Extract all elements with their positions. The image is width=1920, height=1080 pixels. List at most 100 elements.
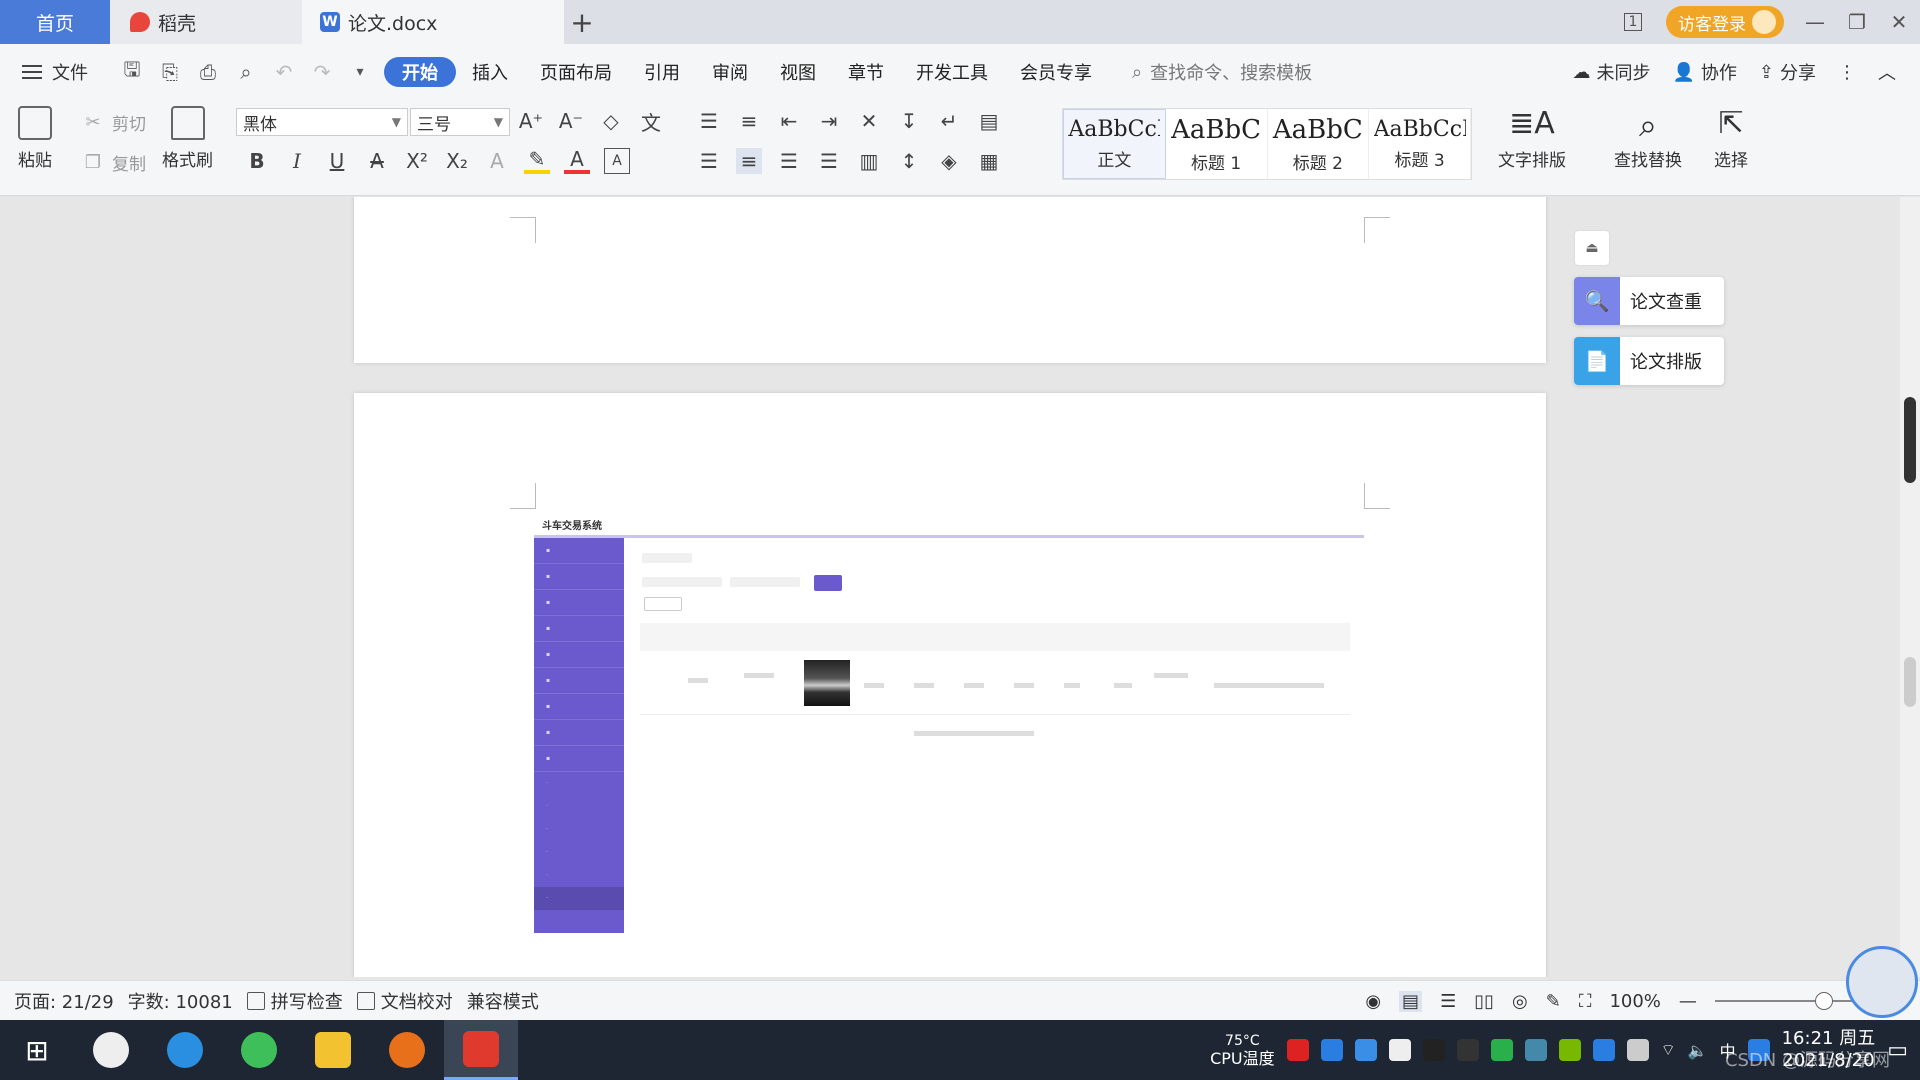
redo-icon[interactable]: ↷ [310, 60, 334, 84]
page-view-icon[interactable]: ▤ [1399, 990, 1423, 1012]
qq-icon[interactable] [1422, 1039, 1445, 1061]
decrease-indent-icon[interactable]: ⇤ [776, 108, 802, 134]
font-name-select[interactable]: 黑体 ▼ [236, 108, 408, 136]
visitor-login-button[interactable]: 访客登录 [1666, 6, 1784, 38]
document-proof-button[interactable]: 文档校对 [356, 988, 453, 1014]
shrink-font-icon[interactable]: A⁻ [558, 108, 584, 134]
nvidia-icon[interactable] [1558, 1039, 1581, 1061]
tab-developer[interactable]: 开发工具 [900, 57, 1004, 87]
fit-page-icon[interactable]: ⛶ [1579, 991, 1592, 1012]
eye-protect-icon[interactable]: ◉ [1365, 991, 1381, 1012]
collapse-ribbon-button[interactable]: ︿ [1878, 59, 1896, 85]
paste-button[interactable]: 粘贴 [18, 106, 52, 171]
taskbar-app-orange[interactable] [370, 1020, 444, 1080]
battery-icon[interactable] [1626, 1039, 1649, 1061]
increase-indent-icon[interactable]: ⇥ [816, 108, 842, 134]
italic-icon[interactable]: I [284, 148, 310, 174]
clear-format-icon[interactable]: ◇ [598, 108, 624, 134]
tab-member[interactable]: 会员专享 [1004, 57, 1108, 87]
grow-font-icon[interactable]: A⁺ [518, 108, 544, 134]
print-preview-icon[interactable]: ⌕ [234, 60, 258, 84]
tray-icon[interactable] [1320, 1039, 1343, 1061]
save-icon[interactable]: 🖫 [120, 57, 144, 84]
restore-button[interactable]: ❐ [1836, 0, 1878, 44]
spell-check-button[interactable]: 拼写检查 [246, 988, 343, 1014]
scrollbar-thumb[interactable] [1904, 397, 1916, 483]
taskbar-ie[interactable] [148, 1020, 222, 1080]
bluetooth-icon[interactable] [1592, 1039, 1615, 1061]
tray-icon[interactable] [1286, 1039, 1309, 1061]
subscript-icon[interactable]: X₂ [444, 148, 470, 174]
notification-icon[interactable]: ▭ [1887, 1038, 1908, 1063]
tab-chapter[interactable]: 章节 [832, 57, 900, 87]
write-mode-icon[interactable]: ✎ [1546, 991, 1561, 1012]
vertical-scrollbar[interactable] [1900, 197, 1920, 977]
tab-document[interactable]: W 论文.docx [302, 0, 564, 44]
distribute-icon[interactable]: ▥ [856, 148, 882, 174]
cut-button[interactable]: ✂ 剪切 [82, 110, 146, 135]
select-button[interactable]: ⇱ 选择 [1714, 106, 1748, 171]
tab-references[interactable]: 引用 [628, 57, 696, 87]
numbered-list-icon[interactable]: ≡ [736, 108, 762, 134]
tab-review[interactable]: 审阅 [696, 57, 764, 87]
start-button[interactable]: ⊞ [0, 1020, 74, 1080]
sync-button[interactable]: ☁ 未同步 [1572, 59, 1650, 85]
justify-icon[interactable]: ☰ [816, 148, 842, 174]
share-button[interactable]: ⇪ 分享 [1759, 59, 1816, 85]
taskbar-app[interactable] [74, 1020, 148, 1080]
superscript-icon[interactable]: X² [404, 148, 430, 174]
close-button[interactable]: ✕ [1878, 0, 1920, 44]
style-normal[interactable]: AaBbCcDd 正文 [1063, 109, 1166, 179]
taskbar-wps[interactable] [444, 1020, 518, 1080]
align-left-icon[interactable]: ☰ [696, 148, 722, 174]
zoom-slider-handle[interactable] [1814, 992, 1833, 1010]
volume-icon[interactable]: 🔈 [1688, 1041, 1708, 1060]
text-effect-icon[interactable]: A [484, 148, 510, 174]
style-heading-1[interactable]: AaBbC 标题 1 [1166, 109, 1268, 179]
zoom-out-button[interactable]: — [1679, 991, 1697, 1012]
read-view-icon[interactable]: ▯▯ [1474, 991, 1494, 1012]
cpu-temp[interactable]: 75°C CPU温度 [1210, 1032, 1275, 1068]
assistant-avatar[interactable] [1846, 946, 1918, 1018]
phonetic-icon[interactable]: 文 [638, 108, 664, 135]
underline-icon[interactable]: U [324, 148, 350, 174]
file-menu[interactable]: 文件 [22, 59, 88, 85]
bold-icon[interactable]: B [244, 148, 270, 174]
char-border-icon[interactable]: A [604, 148, 630, 174]
qq-icon[interactable] [1456, 1039, 1479, 1061]
paper-layout-button[interactable]: 📄 论文排版 [1574, 337, 1724, 385]
text-direction-icon[interactable]: ✕ [856, 108, 882, 134]
shield-icon[interactable] [1354, 1039, 1377, 1061]
tab-insert[interactable]: 插入 [456, 57, 524, 87]
new-tab-button[interactable]: + [564, 0, 600, 44]
collaborate-button[interactable]: 👤 协作 [1672, 59, 1736, 85]
tab-view[interactable]: 视图 [764, 57, 832, 87]
text-layout-button[interactable]: ≣A 文字排版 [1498, 106, 1566, 171]
print-icon[interactable]: ⎙ [196, 60, 220, 84]
tab-start[interactable]: 开始 [384, 57, 456, 87]
align-center-icon[interactable]: ≡ [736, 148, 762, 174]
tab-page-layout[interactable]: 页面布局 [524, 57, 628, 87]
taskbar-browser[interactable] [222, 1020, 296, 1080]
shading-icon[interactable]: ◈ [936, 148, 962, 174]
outline-view-icon[interactable]: ☰ [1440, 991, 1456, 1012]
word-count[interactable]: 字数: 10081 [128, 988, 233, 1014]
font-color-icon[interactable]: A [564, 147, 590, 174]
style-heading-3[interactable]: AaBbCcI 标题 3 [1369, 109, 1471, 179]
zoom-level[interactable]: 100% [1609, 991, 1660, 1012]
more-button[interactable]: ⋮ [1838, 62, 1856, 83]
taskbar-explorer[interactable] [296, 1020, 370, 1080]
paper-check-button[interactable]: 🔍 论文查重 [1574, 277, 1724, 325]
tab-daoke[interactable]: 稻壳 [110, 0, 302, 44]
format-icon[interactable]: ⎘ [158, 60, 182, 84]
find-replace-button[interactable]: ⌕ 查找替换 [1614, 106, 1682, 171]
align-right-icon[interactable]: ☰ [776, 148, 802, 174]
wifi-icon[interactable]: ⌔ [1661, 1040, 1676, 1060]
strikethrough-icon[interactable]: A [364, 148, 390, 174]
copy-button[interactable]: ❐ 复制 [82, 150, 146, 175]
ruler-icon[interactable]: ▤ [976, 108, 1002, 134]
command-search[interactable]: ⌕ 查找命令、搜索模板 [1132, 59, 1312, 85]
line-break-icon[interactable]: ↵ [936, 108, 962, 134]
minimize-button[interactable]: — [1794, 0, 1836, 44]
borders-icon[interactable]: ▦ [976, 148, 1002, 174]
